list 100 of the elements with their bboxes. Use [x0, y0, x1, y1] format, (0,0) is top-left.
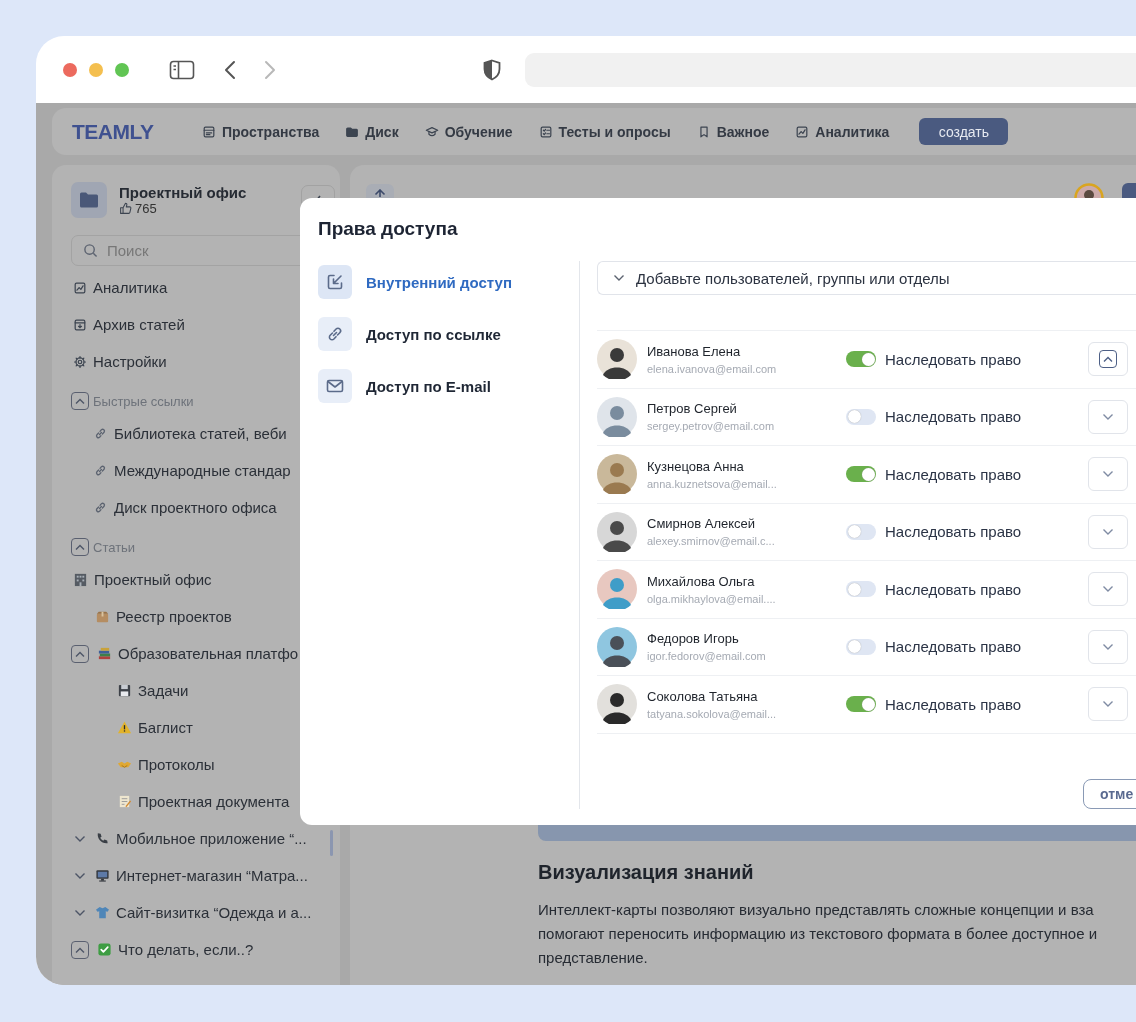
avatar — [597, 396, 637, 437]
scrollbar-thumb[interactable] — [330, 830, 333, 856]
settings-icon — [73, 354, 87, 369]
tree-item[interactable]: Что делать, если..? — [118, 941, 254, 958]
toggle-label: Наследовать право — [885, 465, 1023, 483]
link-icon — [318, 317, 352, 351]
expand-button[interactable] — [1088, 342, 1128, 377]
user-name: Федоров Игорь — [647, 631, 740, 647]
add-users-field[interactable]: Добавьте пользователей, группы или отделы — [597, 261, 1136, 295]
chevron-down-icon — [1102, 470, 1114, 479]
nav-link[interactable]: Диск — [345, 123, 399, 140]
sidebar-toggle-icon[interactable] — [169, 59, 195, 80]
tree-item[interactable]: Образовательная платфо — [118, 645, 299, 662]
user-email: alexey.smirnov@email.c... — [647, 535, 776, 548]
toggle-label: Наследовать право — [885, 408, 1023, 426]
tree-item[interactable]: Баглист — [138, 719, 193, 736]
logo[interactable]: TEAMLY — [72, 119, 182, 144]
chevron-icon — [74, 397, 86, 405]
user-name: Соколова Татьяна — [647, 688, 759, 704]
toggle-label: Наследовать право — [885, 350, 1023, 368]
inherit-toggle[interactable] — [846, 351, 876, 368]
section-title: Статьи — [93, 539, 136, 555]
quick-link[interactable]: Диск проектного офиса — [71, 489, 340, 526]
space-title: Проектный офис — [119, 184, 248, 201]
user-name: Кузнецова Анна — [647, 458, 745, 474]
collapse-toggle[interactable] — [71, 644, 89, 663]
chevron-icon — [74, 543, 86, 551]
like-count: 765 — [135, 201, 157, 216]
inherit-toggle[interactable] — [846, 466, 876, 483]
nav-link[interactable]: Важное — [696, 123, 770, 140]
nav-link[interactable]: Обучение — [424, 123, 513, 140]
monitor-icon — [95, 868, 110, 883]
envelope-icon — [318, 369, 352, 403]
user-email: sergey.petrov@email.com — [647, 420, 776, 433]
tree-item[interactable]: Реестр проектов — [116, 608, 232, 625]
box-icon — [95, 609, 110, 624]
close-window-button[interactable] — [63, 62, 77, 77]
expand-toggle[interactable] — [74, 908, 86, 917]
avatar — [597, 511, 637, 552]
memo-icon — [117, 794, 132, 809]
collapse-toggle[interactable] — [71, 538, 89, 556]
avatar — [597, 339, 637, 380]
nav-link[interactable]: Пространства — [202, 123, 320, 140]
chart-icon — [795, 124, 810, 139]
chevron-up-icon — [74, 649, 86, 658]
paragraph: Интеллект-карты позволяют визуально представлять сложные концепции и вза помогают переносить информацию из текстового формата в более доступное и представление. — [538, 900, 1098, 968]
collapse-toggle[interactable] — [71, 392, 89, 410]
chevron-up-icon — [74, 945, 86, 954]
nav-link[interactable]: Тесты и опросы — [538, 123, 671, 140]
quick-link[interactable]: Библиотека статей, веби — [71, 415, 340, 452]
warning-icon — [117, 720, 132, 735]
chevron-down-icon — [1102, 412, 1114, 421]
minimize-window-button[interactable] — [89, 62, 103, 77]
chevron-up-icon — [1099, 350, 1117, 369]
inherit-toggle[interactable] — [846, 696, 876, 713]
link-icon — [93, 463, 108, 478]
tree-item[interactable]: Проектная документа — [138, 793, 290, 810]
expand-toggle[interactable] — [74, 871, 86, 880]
chevron-down-icon — [1102, 700, 1114, 709]
inherit-toggle[interactable] — [846, 523, 876, 540]
folder-icon — [345, 124, 360, 139]
collapse-toggle[interactable] — [71, 940, 89, 959]
expand-toggle[interactable] — [74, 834, 86, 843]
chart-icon — [73, 280, 87, 295]
user-name: Михайлова Ольга — [647, 573, 756, 589]
checkbox-icon — [97, 942, 112, 957]
chevron-down-icon — [1102, 642, 1114, 651]
tree-item[interactable]: Мобильное приложение “... — [116, 830, 307, 847]
avatar — [597, 569, 637, 610]
chevron-down-icon — [1102, 585, 1114, 594]
tree-item[interactable]: Протоколы — [138, 756, 215, 773]
books-icon — [97, 646, 112, 661]
quick-link[interactable]: Международные стандар — [71, 452, 340, 489]
toggle-label: Наследовать право — [885, 695, 1023, 713]
tree-item[interactable]: Проектный офис — [94, 571, 212, 588]
tree-item[interactable]: Интернет-магазин “Матра... — [116, 867, 308, 884]
phone-icon — [95, 831, 110, 846]
arrow-up-icon — [374, 189, 386, 197]
tree-item[interactable]: Задачи — [138, 682, 189, 699]
nav-link[interactable]: Аналитика — [795, 123, 890, 140]
chevron-down-icon — [613, 274, 625, 282]
create-button[interactable]: создать — [919, 118, 1009, 145]
section-title: Быстрые ссылки — [93, 393, 194, 409]
avatar — [597, 454, 637, 495]
thumbs-up-icon — [119, 202, 132, 215]
inherit-toggle[interactable] — [846, 638, 876, 655]
tree-item[interactable]: Сайт-визитка “Одежда и а... — [116, 904, 312, 921]
user-email: anna.kuznetsova@email... — [647, 477, 778, 490]
list-icon — [202, 124, 216, 139]
shield-icon[interactable] — [483, 58, 501, 81]
forward-icon[interactable] — [263, 59, 277, 80]
inherit-toggle[interactable] — [846, 581, 876, 598]
section-heading: Визуализация знаний — [538, 861, 755, 884]
search-icon — [83, 243, 98, 258]
back-icon[interactable] — [223, 59, 237, 80]
chevron-down-icon — [1102, 527, 1114, 536]
maximize-window-button[interactable] — [115, 62, 129, 77]
inherit-toggle[interactable] — [846, 408, 876, 425]
cancel-button[interactable]: отме — [1083, 778, 1136, 809]
link-icon — [93, 500, 108, 515]
